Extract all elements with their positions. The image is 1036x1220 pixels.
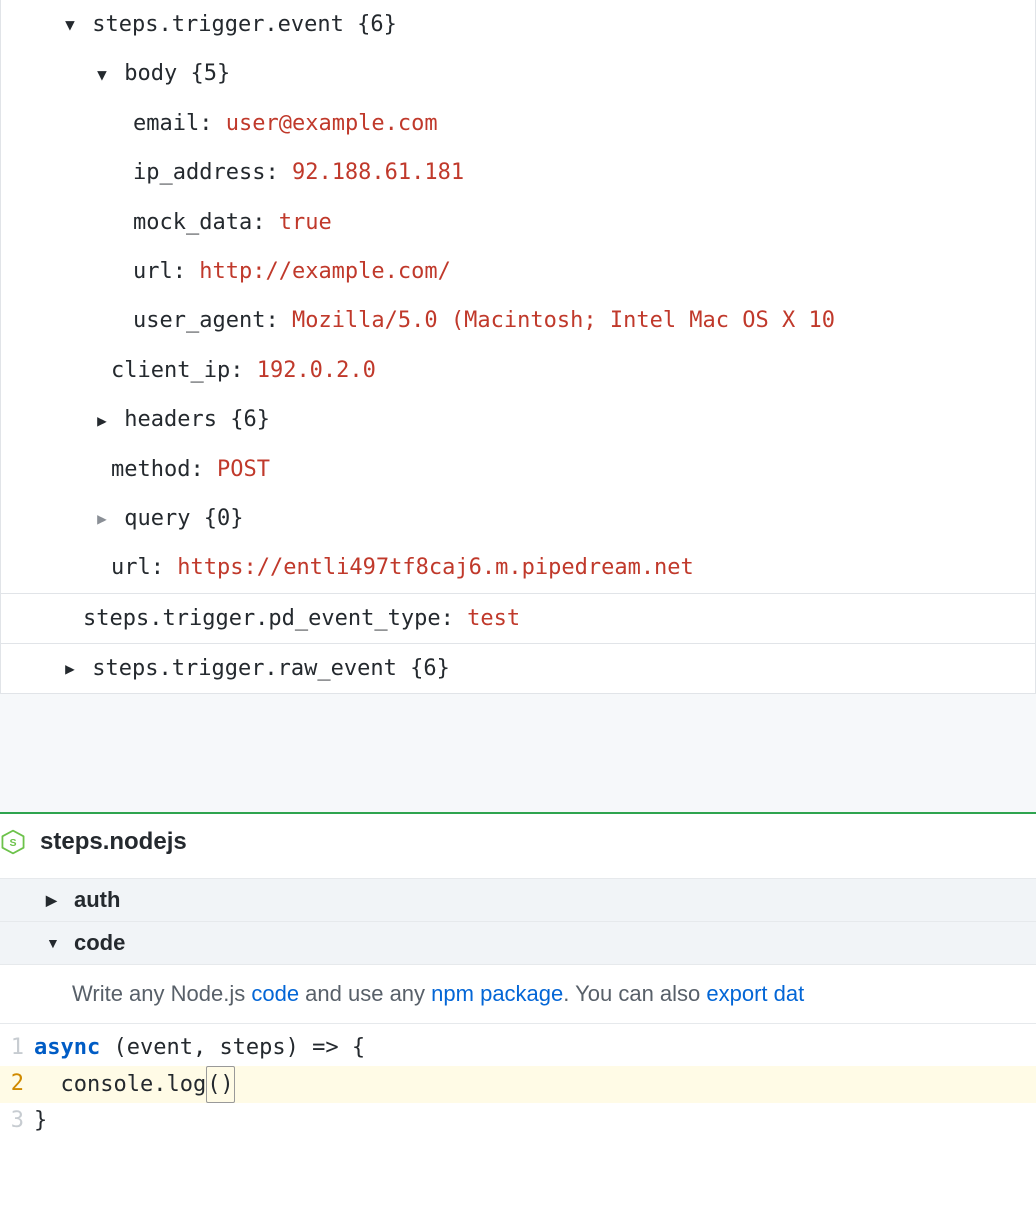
- tree-count: {6}: [230, 407, 270, 432]
- tree-row-url[interactable]: url: https://entli497tf8caj6.m.pipedream…: [1, 543, 1035, 592]
- tree-count: {6}: [410, 656, 450, 681]
- tree-key: client_ip:: [111, 358, 243, 383]
- tree-row-body[interactable]: ▼ body {5}: [1, 49, 1035, 98]
- chevron-right-icon[interactable]: ▶: [61, 655, 79, 682]
- step-title: steps.nodejs: [40, 828, 187, 856]
- tree-count: {5}: [190, 61, 230, 86]
- section-code[interactable]: ▼ code: [0, 921, 1036, 964]
- tree-row-mock-data[interactable]: mock_data: true: [1, 198, 1035, 247]
- tree-key: headers: [124, 407, 217, 432]
- tree-row-pd-event-type[interactable]: steps.trigger.pd_event_type: test: [1, 593, 1035, 643]
- tree-row-method[interactable]: method: POST: [1, 445, 1035, 494]
- link-code-docs[interactable]: code: [251, 981, 299, 1006]
- tree-row-ip-address[interactable]: ip_address: 92.188.61.181: [1, 148, 1035, 197]
- cursor-paren: (): [206, 1066, 235, 1103]
- chevron-right-icon[interactable]: ▶: [93, 505, 111, 532]
- tree-row-client-ip[interactable]: client_ip: 192.0.2.0: [1, 346, 1035, 395]
- tree-key: mock_data:: [133, 210, 265, 235]
- code-line-2[interactable]: 2 console.log(): [0, 1066, 1036, 1103]
- tree-count: {6}: [357, 12, 397, 37]
- hint-text: . You can also: [563, 981, 706, 1006]
- tree-key: email:: [133, 111, 212, 136]
- tree-row-headers[interactable]: ▶ headers {6}: [1, 395, 1035, 444]
- tree-value: POST: [217, 457, 270, 482]
- chevron-down-icon[interactable]: ▼: [93, 61, 111, 88]
- tree-row-query[interactable]: ▶ query {0}: [1, 494, 1035, 543]
- tree-row-email[interactable]: email: user@example.com: [1, 99, 1035, 148]
- tree-key: ip_address:: [133, 160, 279, 185]
- code-line-1[interactable]: 1 async (event, steps) => {: [0, 1030, 1036, 1065]
- code-text: }: [34, 1103, 47, 1138]
- code-editor[interactable]: 1 async (event, steps) => { 2 console.lo…: [0, 1023, 1036, 1144]
- nodejs-icon: S: [0, 829, 26, 855]
- link-npm-package[interactable]: npm package: [431, 981, 563, 1006]
- spacer: [0, 694, 1036, 812]
- chevron-right-icon[interactable]: ▶: [46, 892, 64, 909]
- tree-value: user@example.com: [226, 111, 438, 136]
- tree-key: steps.trigger.pd_event_type:: [83, 606, 454, 631]
- tree-row-body-url[interactable]: url: http://example.com/: [1, 247, 1035, 296]
- tree-row-user-agent[interactable]: user_agent: Mozilla/5.0 (Macintosh; Inte…: [1, 296, 1035, 345]
- tree-value: Mozilla/5.0 (Macintosh; Intel Mac OS X 1…: [292, 308, 835, 333]
- chevron-down-icon[interactable]: ▼: [46, 935, 64, 951]
- tree-key: url:: [133, 259, 186, 284]
- chevron-right-icon[interactable]: ▶: [93, 407, 111, 434]
- tree-path: steps.trigger.raw_event: [92, 656, 397, 681]
- step-header: S steps.nodejs: [0, 814, 1036, 878]
- tree-row-root[interactable]: ▼ steps.trigger.event {6}: [1, 0, 1035, 49]
- event-tree-panel: ▼ steps.trigger.event {6} ▼ body {5} ema…: [0, 0, 1036, 694]
- hint-text: Write any Node.js: [72, 981, 251, 1006]
- link-export-data[interactable]: export dat: [706, 981, 804, 1006]
- tree-key: url:: [111, 555, 164, 580]
- tree-key: method:: [111, 457, 204, 482]
- tree-value: http://example.com/: [199, 259, 451, 284]
- step-nodejs-panel: S steps.nodejs ▶ auth ▼ code Write any N…: [0, 812, 1036, 1144]
- chevron-down-icon[interactable]: ▼: [61, 11, 79, 38]
- tree-count: {0}: [204, 506, 244, 531]
- code-text: console.log(): [34, 1066, 235, 1103]
- section-label: code: [74, 930, 125, 956]
- tree-value: https://entli497tf8caj6.m.pipedream.net: [177, 555, 694, 580]
- tree-row-raw-event[interactable]: ▶ steps.trigger.raw_event {6}: [1, 643, 1035, 693]
- tree-key: body: [124, 61, 177, 86]
- tree-path: steps.trigger.event: [92, 12, 344, 37]
- tree-value: 192.0.2.0: [257, 358, 376, 383]
- tree-value: true: [279, 210, 332, 235]
- section-auth[interactable]: ▶ auth: [0, 878, 1036, 921]
- code-line-3[interactable]: 3 }: [0, 1103, 1036, 1138]
- code-text: async (event, steps) => {: [34, 1030, 365, 1065]
- tree-key: user_agent:: [133, 308, 279, 333]
- line-number: 3: [0, 1103, 34, 1138]
- code-hint: Write any Node.js code and use any npm p…: [0, 964, 1036, 1023]
- tree-key: query: [124, 506, 190, 531]
- tree-value: 92.188.61.181: [292, 160, 464, 185]
- section-label: auth: [74, 887, 120, 913]
- hint-text: and use any: [299, 981, 431, 1006]
- tree-value: test: [467, 606, 520, 631]
- line-number: 1: [0, 1030, 34, 1065]
- line-number: 2: [0, 1066, 34, 1101]
- svg-text:S: S: [9, 838, 16, 850]
